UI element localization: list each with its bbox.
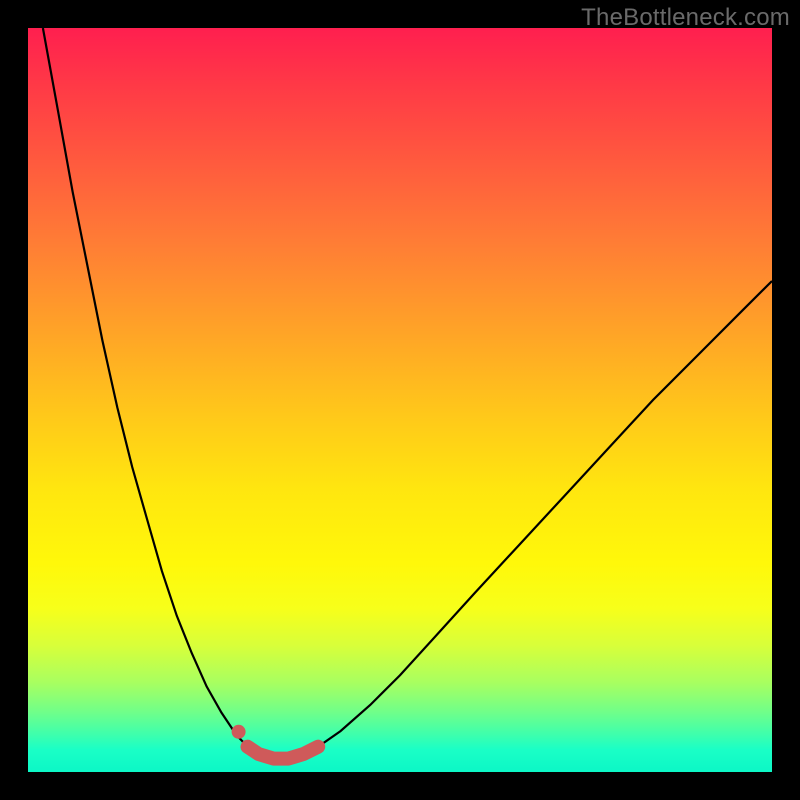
curve-right-branch [303, 281, 772, 754]
minimum-highlight-dot [232, 725, 246, 739]
plot-area [28, 28, 772, 772]
curve-left-branch [43, 28, 259, 754]
watermark-text: TheBottleneck.com [581, 4, 790, 32]
curve-layer [28, 28, 772, 772]
minimum-highlight-stroke [248, 747, 319, 759]
chart-frame: TheBottleneck.com [0, 0, 800, 800]
